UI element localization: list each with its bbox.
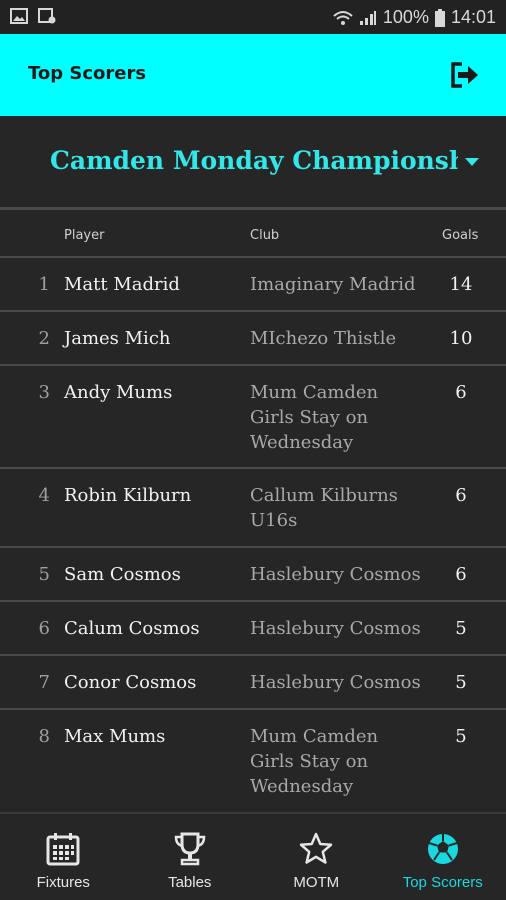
goals: 6 [455,485,467,506]
goals: 10 [449,328,473,349]
tab-top-scorers-label: Top Scorers [402,874,483,891]
calendar-icon [46,833,80,866]
tab-tables-label: Tables [168,874,212,891]
club-name: Haslebury Cosmos [250,672,421,693]
rank: 1 [38,274,50,295]
goals: 14 [449,274,473,295]
club-name: Haslebury Cosmos [250,618,421,639]
star-icon [300,832,333,864]
rank: 2 [38,328,50,349]
wifi-icon [333,10,353,25]
club-name: Haslebury Cosmos [250,564,421,585]
tab-top-scorers[interactable]: Top Scorers [380,814,506,900]
table-row[interactable]: 2 James Mich MIchezo Thistle 10 [0,312,506,366]
logout-icon[interactable] [450,61,480,89]
goals: 5 [455,726,467,747]
trophy-icon [174,832,206,866]
gallery-icon [38,8,56,24]
rank: 6 [38,618,50,639]
player-name: Calum Cosmos [64,618,200,639]
goals: 5 [455,672,467,693]
status-bar: 100% 14:01 [0,0,506,34]
signal-icon [359,10,376,25]
club-name: Mum Camden Girls Stay on Wednesday [250,726,379,797]
player-name: James Mich [64,328,171,349]
football-icon [427,834,458,864]
club-name: Imaginary Madrid [250,274,416,295]
league-name[interactable]: Camden Monday Championship [50,146,458,175]
table-row[interactable]: 6 Calum Cosmos Haslebury Cosmos 5 [0,602,506,656]
dropdown-caret-icon[interactable] [465,158,479,166]
table-row[interactable]: 3 Andy Mums Mum Camden Girls Stay on Wed… [0,366,506,469]
player-name: Conor Cosmos [64,672,197,693]
top-scorers-table: Player Club Goals 1 Matt Madrid Imaginar… [0,212,506,814]
table-row[interactable]: 1 Matt Madrid Imaginary Madrid 14 [0,258,506,312]
rank: 7 [38,672,50,693]
rank: 3 [38,382,50,403]
player-name: Max Mums [64,726,166,747]
player-name: Robin Kilburn [64,485,192,506]
player-name: Andy Mums [64,382,173,403]
tab-tables[interactable]: Tables [127,814,254,900]
tab-fixtures[interactable]: Fixtures [0,814,127,900]
rank: 8 [38,726,50,747]
goals: 6 [455,564,467,585]
goals: 6 [455,382,467,403]
goals: 5 [455,618,467,639]
tab-motm[interactable]: MOTM [253,814,380,900]
battery-percent: 100% [382,7,429,27]
tab-motm-label: MOTM [293,874,340,891]
rank: 5 [38,564,50,585]
table-row[interactable]: 5 Sam Cosmos Haslebury Cosmos 6 [0,548,506,602]
club-name: Callum Kilburns U16s [250,485,398,531]
table-row[interactable]: 4 Robin Kilburn Callum Kilburns U16s 6 [0,469,506,548]
club-name: MIchezo Thistle [250,328,397,349]
app-bar: Top Scorers [0,34,506,116]
header-club: Club [250,228,280,243]
table-row[interactable]: 8 Max Mums Mum Camden Girls Stay on Wedn… [0,710,506,814]
bottom-nav: Fixtures Tables MOTM Top Scorers [0,812,506,900]
league-selector[interactable]: Camden Monday Championship [0,116,506,210]
battery-icon [434,8,445,27]
player-name: Matt Madrid [64,274,180,295]
rank: 4 [38,485,50,506]
tab-fixtures-label: Fixtures [36,874,90,891]
clock: 14:01 [450,7,496,27]
table-header: Player Club Goals [0,212,506,258]
player-name: Sam Cosmos [64,564,181,585]
page-title: Top Scorers [28,63,147,84]
header-goals: Goals [442,228,479,243]
club-name: Mum Camden Girls Stay on Wednesday [250,382,379,453]
header-player: Player [64,228,105,243]
image-icon [10,8,28,24]
table-row[interactable]: 7 Conor Cosmos Haslebury Cosmos 5 [0,656,506,710]
